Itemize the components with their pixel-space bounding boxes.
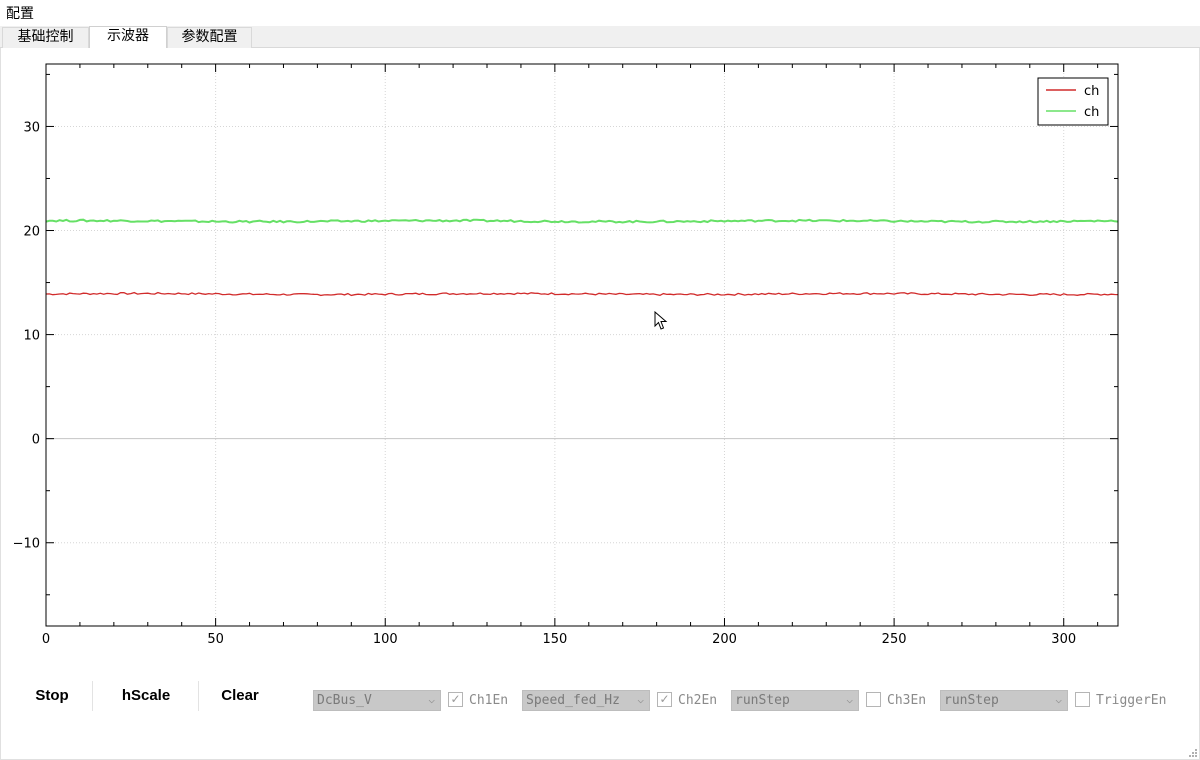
mouse-pointer-icon [654,311,668,330]
ch1-enable-label: Ch1En [469,693,509,708]
resize-grip-icon[interactable] [1188,748,1198,758]
chevron-down-icon: ⌵ [428,693,435,706]
x-tick-label: 150 [542,632,567,647]
trigger-enable-label: TriggerEn [1096,693,1167,708]
legend-label: ch [1084,84,1099,99]
ch3-enable-label: Ch3En [887,693,927,708]
chevron-down-icon: ⌵ [637,693,644,706]
chevron-down-icon: ⌵ [846,693,853,706]
x-tick-label: 200 [712,632,737,647]
y-tick-label: 20 [23,225,40,240]
legend-label: ch [1084,105,1099,120]
ch1-enable-checkbox[interactable]: ✓ [448,692,463,707]
stop-button[interactable]: Stop [22,684,82,708]
trigger-enable-checkbox[interactable] [1075,692,1090,707]
button-separator [92,681,93,711]
trigger-select[interactable]: runStep ⌵ [940,690,1068,711]
hscale-button[interactable]: hScale [110,684,182,708]
ch3-select[interactable]: runStep ⌵ [731,690,859,711]
ch3-select-value: runStep [735,693,790,708]
plot-area [46,64,1118,626]
check-icon: ✓ [450,692,461,706]
x-tick-label: 0 [42,632,50,647]
ch2-select[interactable]: Speed_fed_Hz ⌵ [522,690,650,711]
x-tick-label: 250 [882,632,907,647]
button-separator [198,681,199,711]
y-tick-label: 10 [23,329,40,344]
oscilloscope-chart: 0 50 100 150 200 250 300 −10 0 10 20 30 ch ch [13,63,1119,647]
x-tick-label: 100 [373,632,398,647]
x-tick-label: 300 [1051,632,1076,647]
ch2-enable-checkbox[interactable]: ✓ [657,692,672,707]
y-tick-label: 30 [23,120,40,135]
check-icon: ✓ [659,692,670,706]
ch3-enable-checkbox[interactable] [866,692,881,707]
x-tick-label: 50 [207,632,224,647]
clear-button[interactable]: Clear [210,684,270,708]
chevron-down-icon: ⌵ [1055,693,1062,706]
ch1-select-value: DcBus_V [317,693,372,708]
ch2-select-value: Speed_fed_Hz [526,693,620,708]
y-tick-label: −10 [13,537,40,552]
y-tick-label: 0 [32,433,40,448]
trigger-select-value: runStep [944,693,999,708]
ch2-enable-label: Ch2En [678,693,718,708]
ch1-select[interactable]: DcBus_V ⌵ [313,690,441,711]
